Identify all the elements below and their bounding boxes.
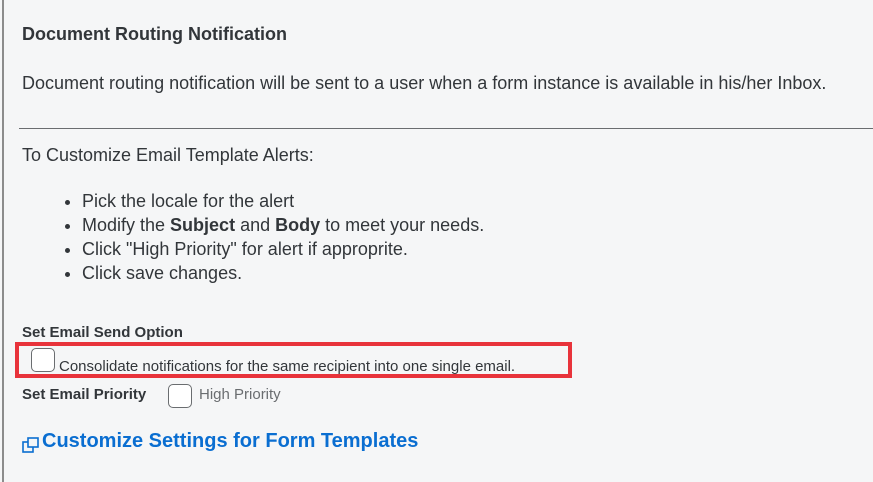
- priority-label: Set Email Priority: [22, 386, 147, 403]
- subject-emphasis: Subject: [170, 215, 236, 235]
- consolidate-label[interactable]: Consolidate notifications for the same r…: [59, 358, 515, 375]
- consolidate-checkbox[interactable]: [31, 348, 55, 372]
- instruction-step-save: Click save changes.: [82, 261, 484, 285]
- high-priority-checkbox[interactable]: [168, 384, 192, 408]
- left-border-rule: [2, 0, 4, 482]
- instruction-step-priority: Click "High Priority" for alert if appro…: [82, 237, 484, 261]
- instruction-step-locale: Pick the locale for the alert: [82, 189, 484, 213]
- high-priority-label[interactable]: High Priority: [199, 386, 281, 403]
- section-title: Document Routing Notification: [22, 24, 287, 44]
- external-window-icon: [22, 436, 40, 453]
- customize-link-label[interactable]: Customize Settings for Form Templates: [42, 430, 418, 453]
- instructions-heading: To Customize Email Template Alerts:: [22, 145, 314, 165]
- send-option-label: Set Email Send Option: [22, 324, 183, 341]
- section-description: Document routing notification will be se…: [22, 73, 827, 93]
- divider: [19, 128, 873, 129]
- instruction-step-modify: Modify the Subject and Body to meet your…: [82, 213, 484, 237]
- customize-form-templates-link[interactable]: Customize Settings for Form Templates: [22, 430, 418, 453]
- body-emphasis: Body: [275, 215, 321, 235]
- instructions-list: Pick the locale for the alert Modify the…: [22, 189, 484, 285]
